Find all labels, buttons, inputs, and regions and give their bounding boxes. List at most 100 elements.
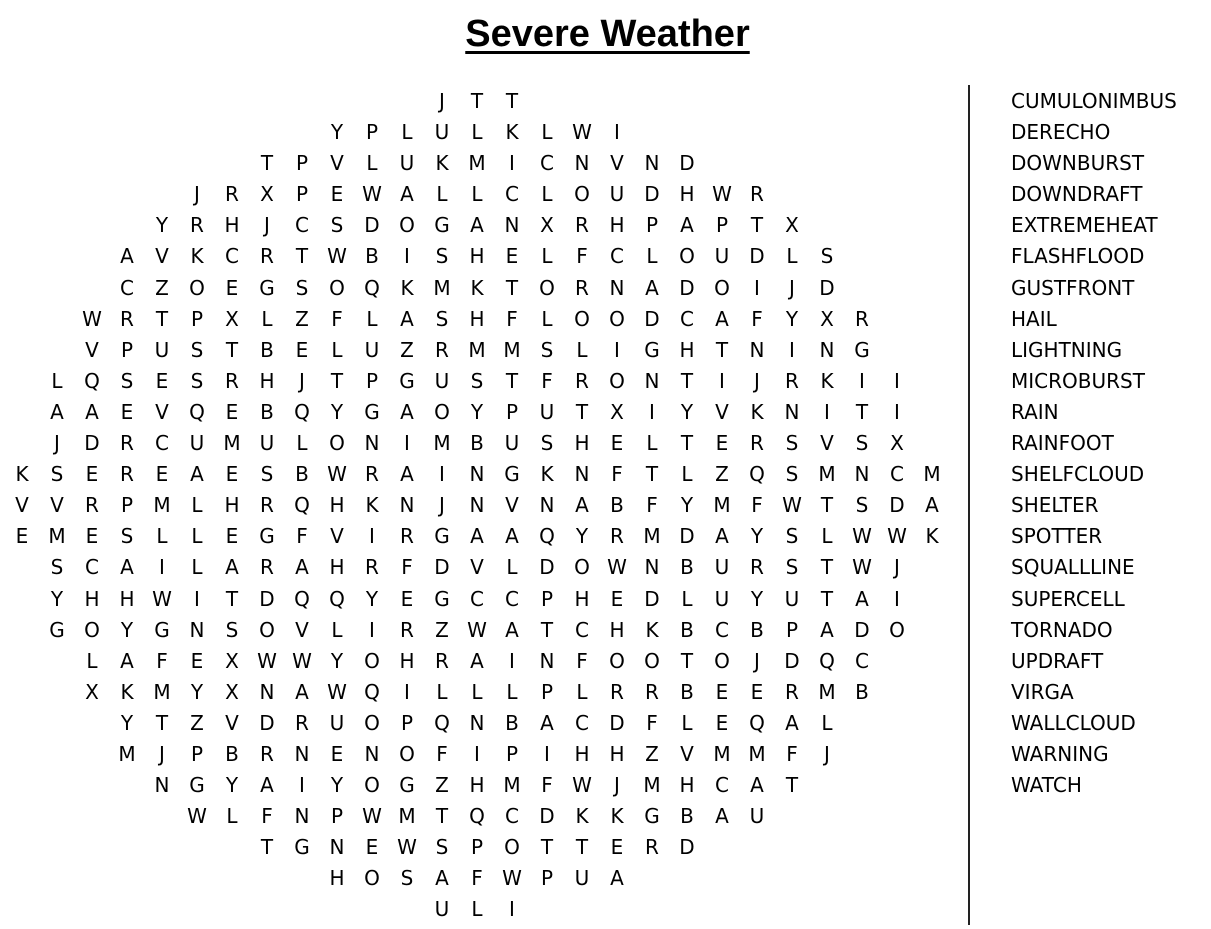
grid-letter[interactable]: L <box>670 584 705 615</box>
grid-letter[interactable]: N <box>565 459 600 490</box>
grid-letter[interactable]: A <box>495 615 530 646</box>
grid-letter[interactable]: F <box>285 521 320 552</box>
grid-letter[interactable]: Q <box>180 397 215 428</box>
grid-letter[interactable]: A <box>460 646 495 677</box>
grid-letter[interactable]: G <box>40 615 75 646</box>
grid-letter[interactable]: Y <box>320 770 355 801</box>
grid-letter[interactable]: L <box>355 148 390 179</box>
grid-letter[interactable]: T <box>460 86 495 117</box>
grid-letter[interactable]: J <box>40 428 75 459</box>
grid-letter[interactable]: S <box>180 366 215 397</box>
grid-letter[interactable]: T <box>565 832 600 863</box>
grid-letter[interactable]: R <box>635 677 670 708</box>
grid-letter[interactable]: R <box>740 179 775 210</box>
grid-letter[interactable]: Q <box>355 677 390 708</box>
grid-letter[interactable]: N <box>355 739 390 770</box>
grid-letter[interactable]: E <box>215 521 250 552</box>
grid-letter[interactable]: H <box>670 179 705 210</box>
grid-letter[interactable]: M <box>145 677 180 708</box>
grid-letter[interactable]: G <box>425 584 460 615</box>
grid-letter[interactable]: N <box>250 677 285 708</box>
grid-letter[interactable]: Y <box>460 397 495 428</box>
grid-letter[interactable]: N <box>530 646 565 677</box>
grid-letter[interactable]: L <box>530 117 565 148</box>
grid-letter[interactable]: G <box>250 521 285 552</box>
grid-letter[interactable]: R <box>250 241 285 272</box>
grid-letter[interactable]: I <box>880 584 915 615</box>
grid-letter[interactable]: I <box>180 584 215 615</box>
grid-letter[interactable]: U <box>705 552 740 583</box>
grid-letter[interactable]: M <box>390 801 425 832</box>
grid-letter[interactable]: I <box>145 552 180 583</box>
grid-letter[interactable]: M <box>705 490 740 521</box>
grid-letter[interactable]: I <box>880 366 915 397</box>
grid-letter[interactable]: I <box>495 646 530 677</box>
grid-letter[interactable]: U <box>390 148 425 179</box>
grid-letter[interactable]: Z <box>705 459 740 490</box>
grid-letter[interactable]: A <box>75 397 110 428</box>
grid-letter[interactable]: I <box>495 148 530 179</box>
grid-letter[interactable]: R <box>740 552 775 583</box>
grid-letter[interactable]: A <box>705 304 740 335</box>
grid-letter[interactable]: R <box>740 428 775 459</box>
grid-letter[interactable]: A <box>285 677 320 708</box>
grid-letter[interactable]: L <box>40 366 75 397</box>
grid-letter[interactable]: C <box>285 210 320 241</box>
grid-letter[interactable]: S <box>215 615 250 646</box>
grid-letter[interactable]: K <box>600 801 635 832</box>
grid-letter[interactable]: T <box>285 241 320 272</box>
grid-letter[interactable]: T <box>425 801 460 832</box>
grid-letter[interactable]: N <box>810 335 845 366</box>
grid-letter[interactable]: M <box>110 739 145 770</box>
grid-letter[interactable]: F <box>250 801 285 832</box>
grid-letter[interactable]: B <box>285 459 320 490</box>
grid-letter[interactable]: R <box>775 366 810 397</box>
grid-letter[interactable]: E <box>390 584 425 615</box>
grid-letter[interactable]: R <box>600 677 635 708</box>
grid-letter[interactable]: O <box>355 863 390 894</box>
grid-letter[interactable]: L <box>460 117 495 148</box>
grid-letter[interactable]: Q <box>320 584 355 615</box>
grid-letter[interactable]: G <box>355 397 390 428</box>
grid-letter[interactable]: A <box>635 273 670 304</box>
grid-letter[interactable]: D <box>635 179 670 210</box>
grid-letter[interactable]: K <box>180 241 215 272</box>
grid-letter[interactable]: E <box>145 366 180 397</box>
grid-letter[interactable]: A <box>250 770 285 801</box>
grid-letter[interactable]: P <box>320 801 355 832</box>
grid-letter[interactable]: I <box>775 335 810 366</box>
grid-letter[interactable]: P <box>460 832 495 863</box>
grid-letter[interactable]: Q <box>460 801 495 832</box>
grid-letter[interactable]: W <box>250 646 285 677</box>
grid-letter[interactable]: L <box>390 117 425 148</box>
grid-letter[interactable]: L <box>320 335 355 366</box>
grid-letter[interactable]: A <box>180 459 215 490</box>
grid-letter[interactable]: B <box>215 739 250 770</box>
grid-letter[interactable]: F <box>565 241 600 272</box>
grid-letter[interactable]: A <box>915 490 950 521</box>
grid-letter[interactable]: B <box>670 615 705 646</box>
grid-letter[interactable]: O <box>355 770 390 801</box>
grid-letter[interactable]: U <box>600 179 635 210</box>
grid-letter[interactable]: D <box>250 708 285 739</box>
grid-letter[interactable]: E <box>600 832 635 863</box>
grid-letter[interactable]: I <box>845 366 880 397</box>
grid-letter[interactable]: F <box>635 490 670 521</box>
grid-letter[interactable]: H <box>75 584 110 615</box>
grid-letter[interactable]: U <box>495 428 530 459</box>
grid-letter[interactable]: Z <box>425 770 460 801</box>
grid-letter[interactable]: O <box>355 646 390 677</box>
grid-letter[interactable]: L <box>460 179 495 210</box>
grid-letter[interactable]: T <box>845 397 880 428</box>
grid-letter[interactable]: H <box>460 241 495 272</box>
grid-letter[interactable]: Y <box>180 677 215 708</box>
grid-letter[interactable]: J <box>810 739 845 770</box>
grid-letter[interactable]: O <box>880 615 915 646</box>
grid-letter[interactable]: K <box>635 615 670 646</box>
grid-letter[interactable]: U <box>425 117 460 148</box>
grid-letter[interactable]: J <box>285 366 320 397</box>
grid-letter[interactable]: K <box>460 273 495 304</box>
grid-letter[interactable]: L <box>775 241 810 272</box>
grid-letter[interactable]: A <box>530 708 565 739</box>
grid-letter[interactable]: V <box>705 397 740 428</box>
